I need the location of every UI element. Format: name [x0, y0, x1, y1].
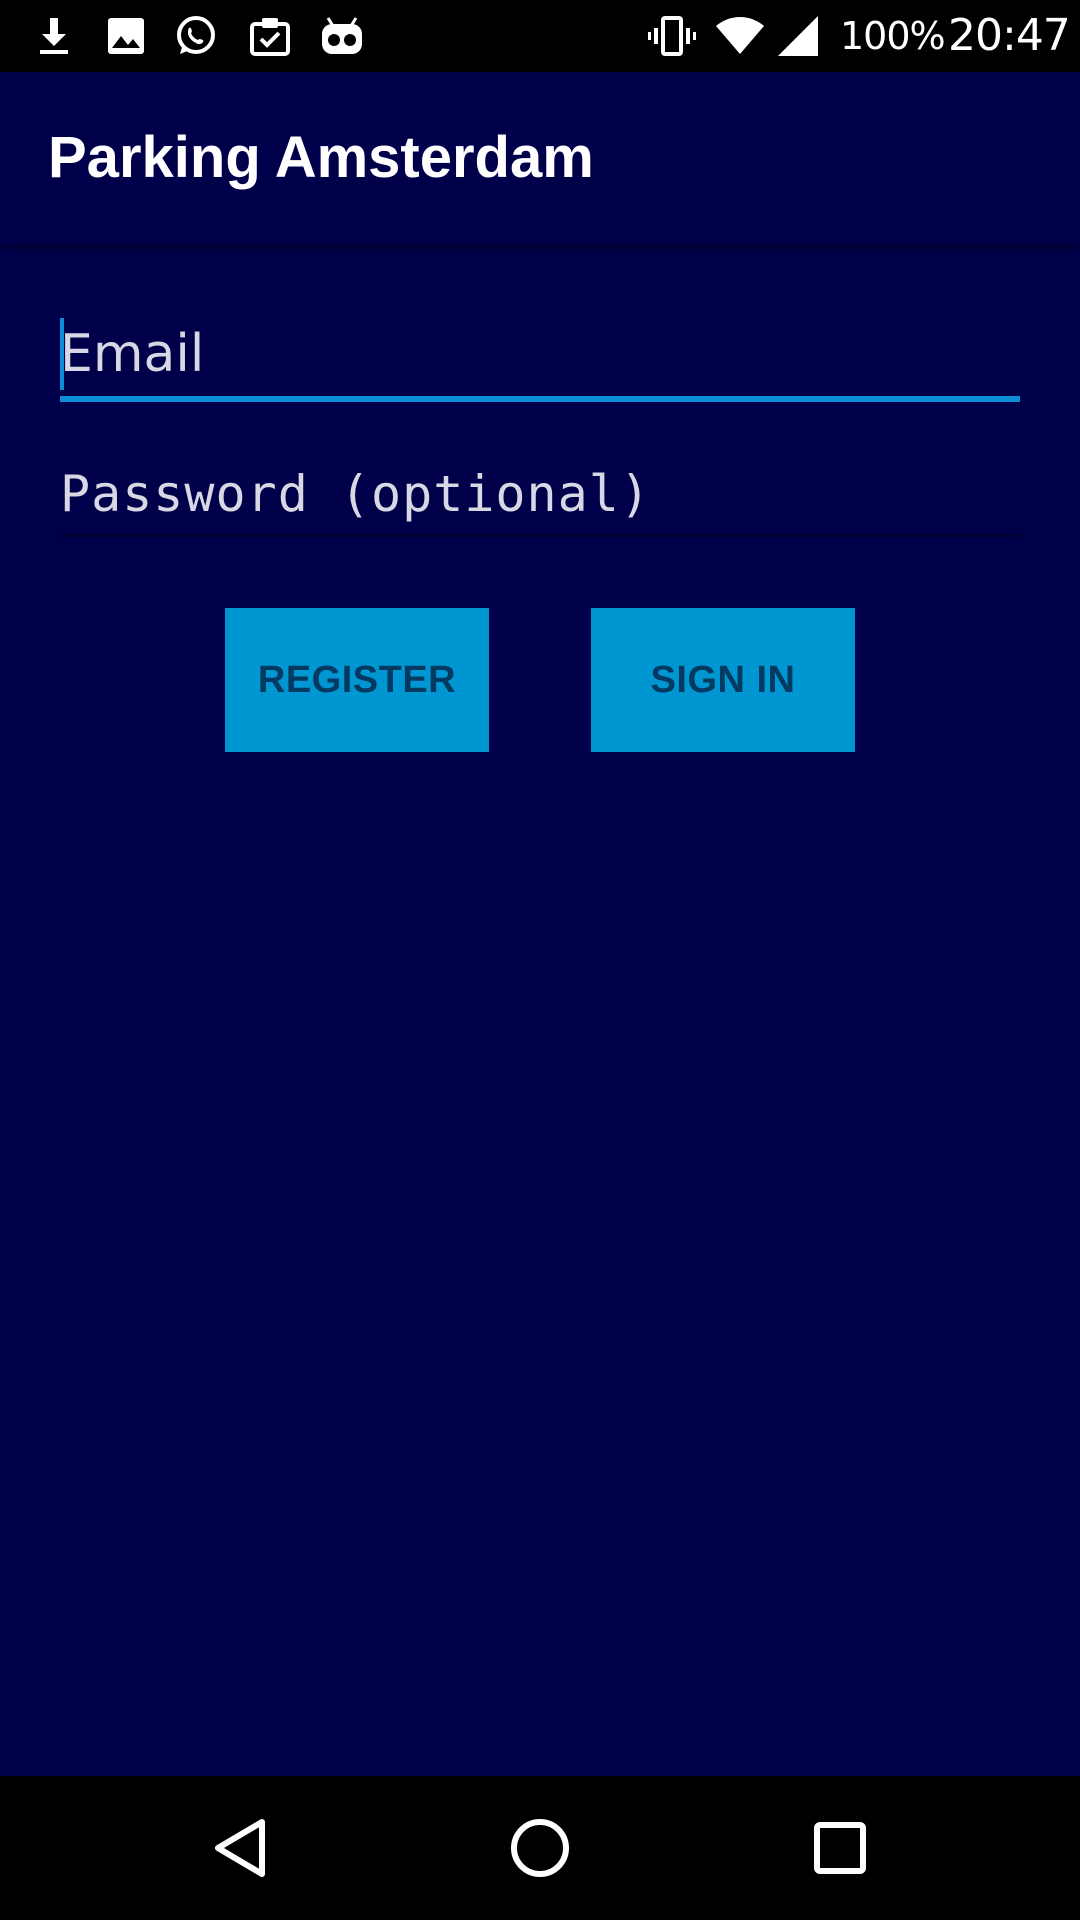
image-icon — [108, 18, 144, 54]
password-underline — [60, 534, 1020, 537]
password-field-container — [60, 454, 1020, 542]
whatsapp-icon — [177, 16, 215, 54]
email-underline — [60, 396, 1020, 402]
sign-in-button[interactable]: SIGN IN — [591, 608, 855, 752]
battery-percent: 100% — [840, 14, 946, 58]
login-form: REGISTER SIGN IN — [0, 244, 1080, 1776]
email-field-container — [60, 314, 1020, 402]
email-field[interactable] — [60, 314, 1020, 394]
back-button[interactable] — [200, 1812, 280, 1884]
wifi-icon — [716, 17, 764, 54]
home-icon — [511, 1819, 569, 1877]
password-field[interactable] — [60, 454, 1020, 534]
register-button[interactable]: REGISTER — [225, 608, 489, 752]
app-bar: Parking Amsterdam — [0, 72, 1080, 244]
clock: 20:47 — [948, 10, 1071, 61]
recents-button[interactable] — [800, 1812, 880, 1884]
screen: 100% 20:47 Parking Amsterdam REGISTER SI… — [0, 0, 1080, 1920]
navigation-bar — [0, 1776, 1080, 1920]
text-cursor — [60, 318, 64, 390]
vibrate-icon — [648, 16, 696, 56]
voicemail-robot-icon — [322, 17, 362, 54]
home-button[interactable] — [500, 1812, 580, 1884]
download-icon — [40, 18, 68, 54]
recents-icon — [814, 1822, 866, 1874]
back-icon — [215, 1819, 265, 1877]
status-bar: 100% 20:47 — [0, 0, 1080, 72]
cell-signal-icon — [778, 16, 818, 56]
clipboard-check-icon — [250, 18, 290, 56]
app-title: Parking Amsterdam — [48, 125, 594, 190]
